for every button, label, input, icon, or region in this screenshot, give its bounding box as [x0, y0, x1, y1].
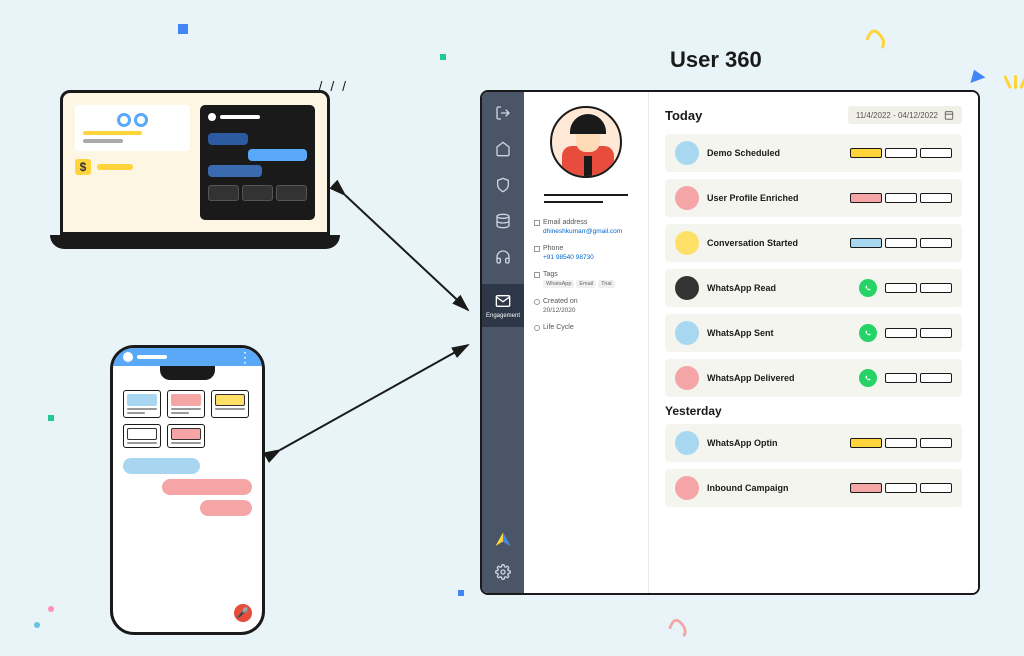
decoration-triangle: [967, 67, 986, 83]
event-label: WhatsApp Read: [707, 283, 851, 293]
page-title: User 360: [670, 47, 762, 73]
clock-icon: [534, 299, 540, 305]
timeline-event-row[interactable]: WhatsApp Read: [665, 269, 962, 307]
cycle-icon: [534, 325, 540, 331]
event-dot: [675, 431, 699, 455]
user-360-dashboard: Engagement Email address dhineshkumarr@g…: [480, 90, 980, 595]
tag-chip: Email: [576, 280, 596, 288]
laptop-illustration: / / / $: [50, 90, 340, 255]
mail-icon: [494, 292, 512, 310]
event-dot: [675, 231, 699, 255]
nav-engagement-label: Engagement: [486, 313, 520, 319]
decoration-square: [440, 54, 446, 60]
decoration-square: [48, 415, 54, 421]
database-icon[interactable]: [494, 212, 512, 230]
event-label: WhatsApp Delivered: [707, 373, 851, 383]
whatsapp-icon: [859, 324, 877, 342]
event-dot: [675, 476, 699, 500]
event-dot: [675, 276, 699, 300]
headphones-icon[interactable]: [494, 248, 512, 266]
life-cycle-field: Life Cycle: [534, 324, 638, 331]
glasses-icon: [83, 113, 182, 127]
phone-field: Phone +91 98540 98730: [534, 245, 638, 261]
timeline-event-row[interactable]: Inbound Campaign: [665, 469, 962, 507]
event-label: Conversation Started: [707, 238, 842, 248]
event-bars: [885, 283, 952, 293]
brand-logo-icon[interactable]: [494, 531, 512, 549]
event-label: Inbound Campaign: [707, 483, 842, 493]
event-bars: [850, 193, 952, 203]
event-dot: [675, 321, 699, 345]
menu-dots-icon: ⋮: [238, 349, 252, 366]
user-avatar: [550, 106, 622, 178]
nav-engagement[interactable]: Engagement: [482, 284, 524, 327]
gear-icon[interactable]: [494, 563, 512, 581]
timeline-event-row[interactable]: WhatsApp Optin: [665, 424, 962, 462]
today-heading: Today: [665, 108, 702, 123]
shield-icon[interactable]: [494, 176, 512, 194]
email-field: Email address dhineshkumarr@gmail.com: [534, 219, 638, 235]
event-dot: [675, 186, 699, 210]
tag-chip: Trial: [598, 280, 615, 288]
date-range-label: 11/4/2022 - 04/12/2022: [856, 111, 938, 120]
timeline-panel: Today 11/4/2022 - 04/12/2022 Demo Schedu…: [649, 92, 978, 593]
decoration-dot: [48, 606, 54, 612]
date-range-picker[interactable]: 11/4/2022 - 04/12/2022: [848, 106, 962, 124]
home-icon[interactable]: [494, 140, 512, 158]
event-bars: [885, 373, 952, 383]
event-label: User Profile Enriched: [707, 193, 842, 203]
decoration-square: [178, 24, 188, 34]
event-label: WhatsApp Optin: [707, 438, 842, 448]
phone-icon: [534, 246, 540, 252]
event-bars: [885, 328, 952, 338]
tags-field: Tags WhatsAppEmailTrial: [534, 271, 638, 288]
event-bars: [850, 438, 952, 448]
timeline-event-row[interactable]: Demo Scheduled: [665, 134, 962, 172]
tag-icon: [534, 272, 540, 278]
timeline-event-row[interactable]: WhatsApp Delivered: [665, 359, 962, 397]
yesterday-heading: Yesterday: [665, 404, 962, 418]
profile-panel: Email address dhineshkumarr@gmail.com Ph…: [524, 92, 649, 593]
decoration-square: [458, 590, 464, 596]
phone-illustration: ⋮ 🎤: [110, 345, 265, 635]
event-bars: [850, 238, 952, 248]
event-dot: [675, 141, 699, 165]
calendar-icon: [944, 110, 954, 120]
decoration-squiggle: [665, 610, 693, 638]
event-label: WhatsApp Sent: [707, 328, 851, 338]
timeline-event-row[interactable]: User Profile Enriched: [665, 179, 962, 217]
decoration-dot: [34, 622, 40, 628]
mail-icon: [534, 220, 540, 226]
timeline-event-row[interactable]: WhatsApp Sent: [665, 314, 962, 352]
timeline-event-row[interactable]: Conversation Started: [665, 224, 962, 262]
created-on-field: Created on 20/12/2020: [534, 298, 638, 314]
exit-icon[interactable]: [494, 104, 512, 122]
decoration-squiggle: [862, 20, 892, 50]
sidebar-nav: Engagement: [482, 92, 524, 593]
event-dot: [675, 366, 699, 390]
event-label: Demo Scheduled: [707, 148, 842, 158]
whatsapp-icon: [859, 279, 877, 297]
tag-chip: WhatsApp: [543, 280, 574, 288]
dollar-icon: $: [75, 159, 91, 175]
event-bars: [850, 483, 952, 493]
event-bars: [850, 148, 952, 158]
mic-icon: 🎤: [234, 604, 252, 622]
whatsapp-icon: [859, 369, 877, 387]
